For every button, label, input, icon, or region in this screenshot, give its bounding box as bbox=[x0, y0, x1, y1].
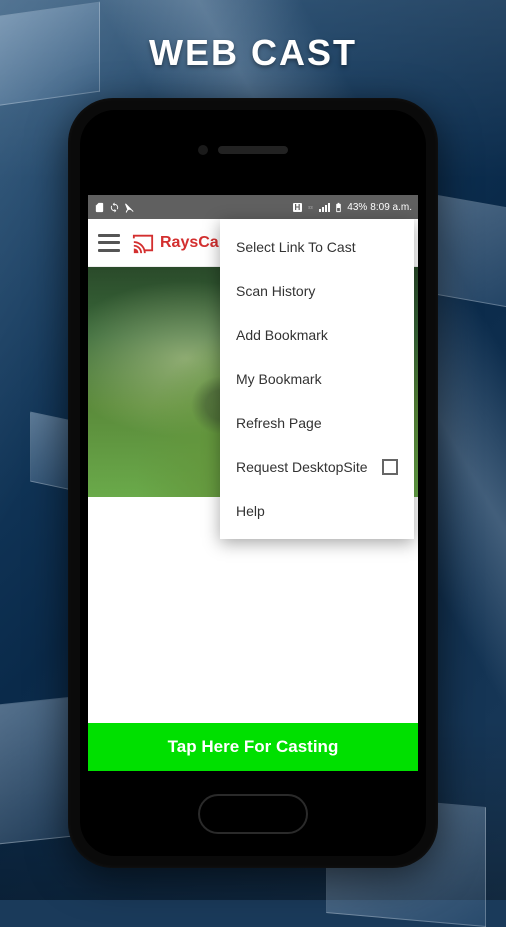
hamburger-menu-icon[interactable] bbox=[98, 234, 120, 252]
menu-item-label: Help bbox=[236, 503, 265, 519]
status-bar: H 43% 8:09 a.m. bbox=[88, 195, 418, 219]
page-title: WEB CAST bbox=[0, 32, 506, 74]
menu-item-label: Scan History bbox=[236, 283, 315, 299]
menu-item-select-link[interactable]: Select Link To Cast bbox=[220, 225, 414, 269]
sync-icon bbox=[109, 202, 120, 213]
menu-item-label: Select Link To Cast bbox=[236, 239, 356, 255]
menu-item-my-bookmark[interactable]: My Bookmark bbox=[220, 357, 414, 401]
cast-button[interactable]: Tap Here For Casting bbox=[88, 723, 418, 771]
phone-home-button[interactable] bbox=[198, 794, 308, 834]
menu-item-help[interactable]: Help bbox=[220, 489, 414, 533]
menu-item-label: Refresh Page bbox=[236, 415, 322, 431]
phone-camera bbox=[198, 145, 208, 155]
menu-item-scan-history[interactable]: Scan History bbox=[220, 269, 414, 313]
battery-percent: 43% bbox=[347, 202, 367, 213]
app-brand: RaysCa bbox=[160, 234, 219, 252]
overflow-menu: Select Link To Cast Scan History Add Boo… bbox=[220, 219, 414, 539]
status-time: 8:09 a.m. bbox=[370, 202, 412, 213]
menu-item-label: My Bookmark bbox=[236, 371, 322, 387]
desktop-site-checkbox[interactable] bbox=[382, 459, 398, 475]
network-indicator: H bbox=[293, 203, 303, 212]
menu-item-label: Add Bookmark bbox=[236, 327, 328, 343]
sd-card-icon bbox=[94, 202, 105, 213]
wifi-off-icon bbox=[124, 202, 135, 213]
menu-item-refresh-page[interactable]: Refresh Page bbox=[220, 401, 414, 445]
data-icon bbox=[305, 202, 316, 213]
phone-frame: H 43% 8:09 a.m. bbox=[68, 98, 438, 868]
cast-button-label: Tap Here For Casting bbox=[168, 737, 339, 757]
battery-icon bbox=[333, 202, 344, 213]
menu-item-add-bookmark[interactable]: Add Bookmark bbox=[220, 313, 414, 357]
cast-logo-icon bbox=[130, 232, 156, 254]
phone-bezel-top bbox=[80, 110, 426, 195]
phone-speaker bbox=[218, 146, 288, 154]
menu-item-request-desktop[interactable]: Request DesktopSite bbox=[220, 445, 414, 489]
phone-screen: H 43% 8:09 a.m. bbox=[88, 195, 418, 771]
signal-icon bbox=[319, 202, 330, 212]
menu-item-label: Request DesktopSite bbox=[236, 459, 368, 475]
